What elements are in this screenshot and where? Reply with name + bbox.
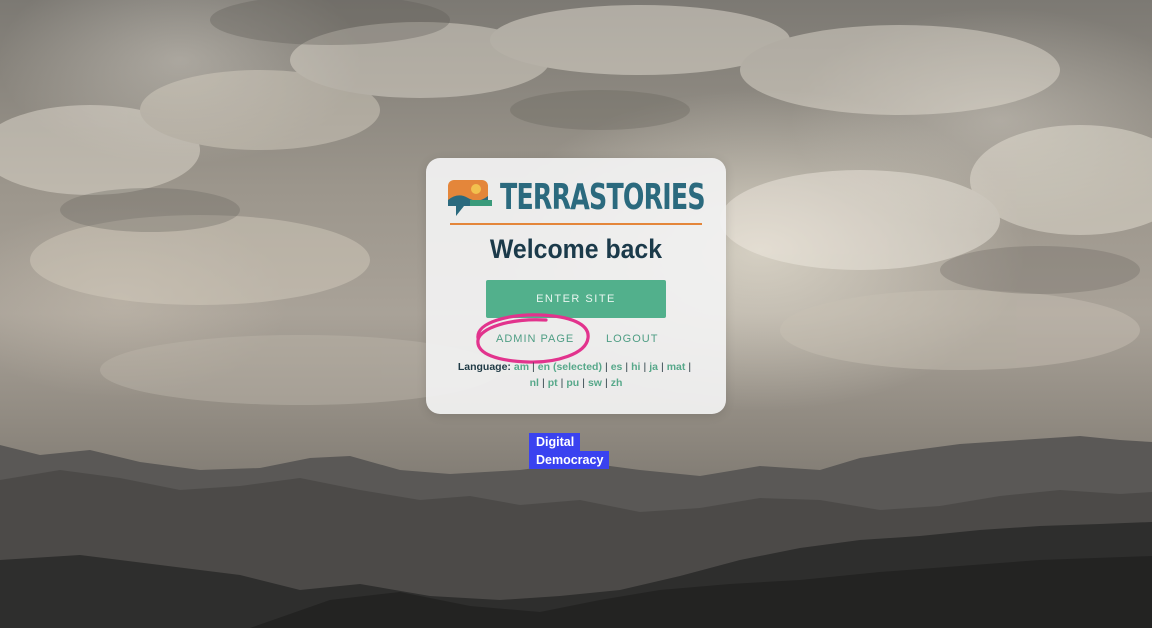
partner-logo-line1: Digital — [529, 433, 581, 451]
logo-divider — [450, 223, 702, 225]
language-separator: | — [532, 361, 535, 373]
speech-bubble-landscape-icon — [448, 180, 492, 216]
digital-democracy-logo[interactable]: Digital Democracy — [529, 431, 629, 471]
language-separator: | — [688, 361, 692, 373]
language-option-ja[interactable]: ja — [649, 361, 658, 373]
logout-link[interactable]: LOGOUT — [606, 333, 658, 345]
partner-logo-line2: Democracy — [529, 451, 610, 469]
language-separator: | — [604, 377, 608, 389]
logo-wordmark: TERRASTORIES — [500, 177, 706, 218]
language-separator: | — [560, 377, 564, 389]
language-option-pu[interactable]: pu — [566, 377, 579, 389]
language-separator: | — [643, 361, 647, 373]
language-separator: | — [541, 377, 545, 389]
language-option-sw[interactable]: sw — [588, 377, 602, 389]
language-separator: | — [625, 361, 629, 373]
language-option-hi[interactable]: hi — [631, 361, 640, 373]
login-card: TERRASTORIES Welcome back ENTER SITE ADM… — [426, 158, 726, 414]
language-option-am[interactable]: am — [514, 361, 529, 373]
language-separator: | — [604, 361, 608, 373]
language-option-es[interactable]: es — [611, 361, 623, 373]
page-title: Welcome back — [489, 234, 663, 264]
language-label: Language: — [457, 361, 511, 373]
language-option-zh[interactable]: zh — [611, 377, 623, 389]
language-selector: Language: am | en (selected) | es | hi | ja | mat |… — [446, 359, 706, 391]
language-separator: | — [660, 361, 664, 373]
enter-site-button[interactable]: ENTER SITE — [486, 280, 666, 318]
terrastories-logo[interactable]: TERRASTORIES — [448, 176, 706, 224]
language-option-pt[interactable]: pt — [548, 377, 558, 389]
language-option-mat[interactable]: mat — [667, 361, 686, 373]
language-option-en[interactable]: en (selected) — [538, 361, 602, 373]
language-separator: | — [582, 377, 585, 389]
language-option-nl[interactable]: nl — [530, 377, 539, 389]
admin-page-link[interactable]: ADMIN PAGE — [496, 333, 574, 345]
